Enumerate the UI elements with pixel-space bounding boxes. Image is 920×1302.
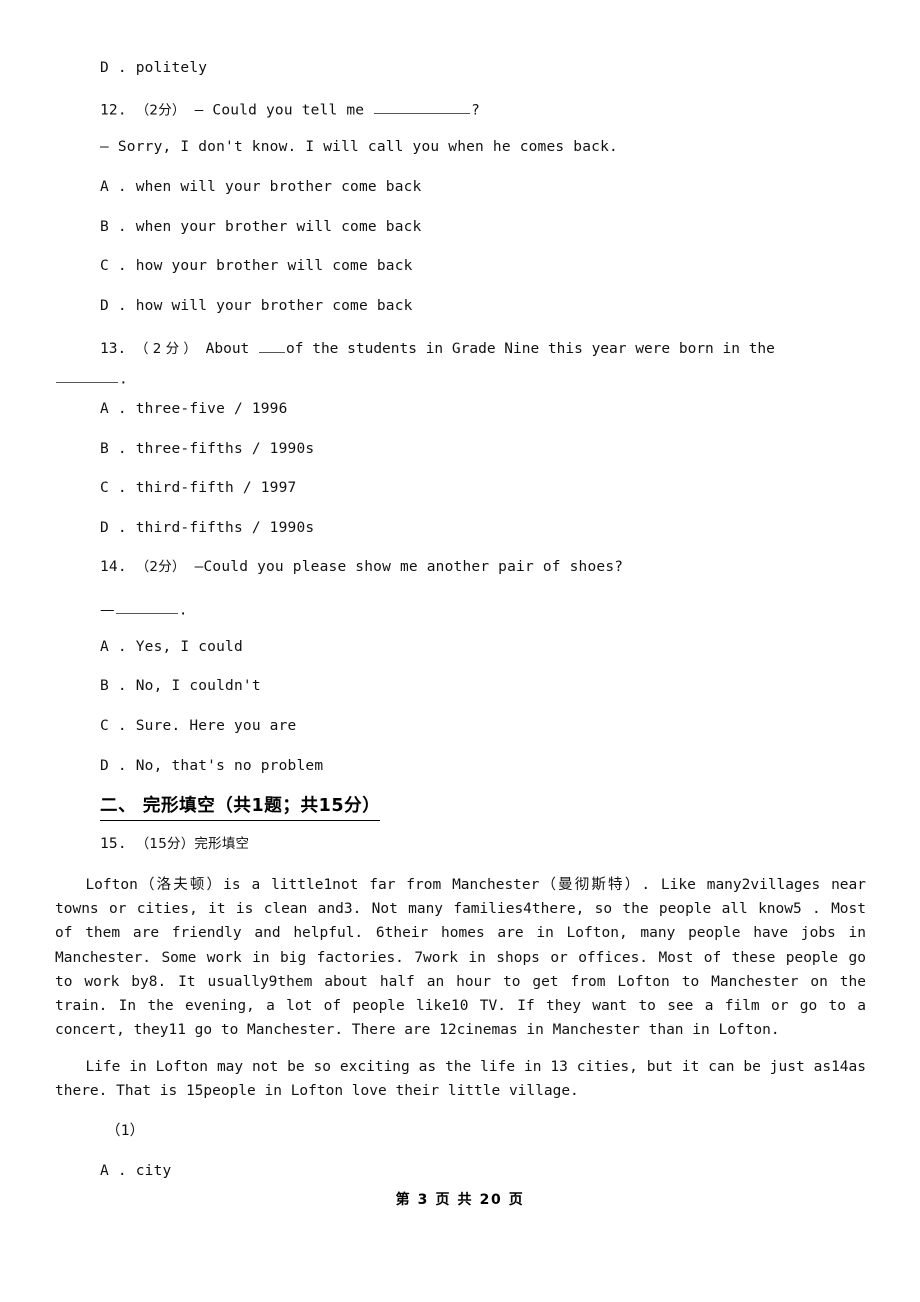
answer-blank [115, 600, 178, 615]
option-text: third-fifth / 1997 [135, 480, 297, 496]
section-heading: 二、 完形填空（共1题；共15分） [100, 792, 381, 821]
sub-question-number: （1） [106, 1123, 145, 1139]
exam-page: D . politely 12. （2分） — Could you tell m… [0, 0, 920, 1302]
question-number: 14. [100, 559, 127, 575]
question-12-option-c: C . how your brother will come back [100, 259, 413, 274]
question-stem-text: — Could you tell me [194, 102, 365, 119]
option-text: Yes, I could [135, 639, 243, 655]
question-13-option-a: A . three-five / 1996 [100, 402, 288, 417]
question-marks: （15分） [135, 836, 195, 852]
option-text: Sure. Here you are [135, 718, 297, 734]
option-label: C . [100, 258, 127, 274]
question-14-option-c: C . Sure. Here you are [100, 719, 296, 734]
question-stem-part3: . [119, 371, 128, 388]
option-label: D . [100, 298, 127, 314]
option-text: how will your brother come back [135, 298, 413, 314]
question-number: 12. [100, 102, 127, 119]
option-text: three-five / 1996 [135, 401, 288, 417]
question-number: 13. [100, 341, 127, 357]
option-text: when will your brother come back [135, 179, 422, 195]
question-14-option-d: D . No, that's no problem [100, 759, 323, 774]
option-row: D . politely [100, 61, 207, 76]
option-label: A . [100, 179, 127, 195]
passage-paragraph-2: Life in Lofton may not be so exciting as… [55, 1059, 866, 1100]
option-label: A . [100, 401, 127, 417]
option-label: A . [100, 639, 127, 655]
question-stem-text: —Could you please show me another pair o… [194, 559, 624, 575]
question-13-stem-continuation: . [55, 369, 128, 387]
question-13-stem: 13. （ 2 分 ） About of the students in Gra… [55, 337, 866, 361]
question-13-option-c: C . third-fifth / 1997 [100, 481, 296, 496]
question-number: 15. [100, 836, 127, 852]
option-text: No, I couldn't [135, 678, 261, 694]
option-text: when your brother will come back [135, 219, 422, 235]
reply-text: — Sorry, I don't know. I will call you w… [100, 139, 618, 155]
question-stem-part1: About [205, 341, 250, 357]
option-text: city [135, 1163, 172, 1179]
option-label: A . [100, 1163, 127, 1179]
option-label: D . [100, 60, 127, 76]
question-stem-suffix: ? [471, 102, 481, 119]
reply-dash: — [100, 602, 115, 619]
option-label: B . [100, 441, 127, 457]
option-label: C . [100, 480, 127, 496]
reply-suffix: . [178, 602, 188, 619]
question-12-option-d: D . how will your brother come back [100, 299, 413, 314]
question-15-stem: 15. （15分）完形填空 [100, 837, 249, 852]
question-13-option-d: D . third-fifths / 1990s [100, 521, 314, 536]
question-marks: （2分） [135, 102, 186, 119]
answer-blank [259, 339, 286, 353]
option-label: C . [100, 718, 127, 734]
question-marks: （ 2 分 ） [134, 341, 197, 357]
question-14-option-b: B . No, I couldn't [100, 679, 261, 694]
option-label: D . [100, 758, 127, 774]
question-title: 完形填空 [194, 836, 250, 852]
question-12-option-a: A . when will your brother come back [100, 180, 422, 195]
answer-blank [56, 369, 118, 384]
question-13-option-b: B . three-fifths / 1990s [100, 442, 314, 457]
question-14-option-a: A . Yes, I could [100, 640, 243, 655]
option-text: No, that's no problem [135, 758, 324, 774]
option-text: three-fifths / 1990s [135, 441, 315, 457]
question-14-reply: —. [100, 600, 188, 618]
sub-question-option-a: A . city [100, 1164, 171, 1179]
option-text: how your brother will come back [135, 258, 413, 274]
question-12-reply: — Sorry, I don't know. I will call you w… [100, 140, 618, 155]
option-text: politely [135, 60, 208, 76]
option-label: B . [100, 678, 127, 694]
answer-blank [374, 100, 471, 115]
question-12-stem: 12. （2分） — Could you tell me ? [100, 100, 480, 118]
question-stem-part2: of the students in Grade Nine this year … [286, 341, 775, 357]
page-footer: 第 3 页 共 20 页 [395, 1192, 525, 1208]
passage-paragraph-1: Lofton（洛夫顿）is a little1not far from Manc… [55, 877, 866, 1039]
option-label: D . [100, 520, 127, 536]
question-12-option-b: B . when your brother will come back [100, 220, 422, 235]
question-marks: （2分） [135, 559, 186, 575]
option-label: B . [100, 219, 127, 235]
option-text: third-fifths / 1990s [135, 520, 315, 536]
question-14-stem: 14. （2分） —Could you please show me anoth… [100, 560, 623, 575]
